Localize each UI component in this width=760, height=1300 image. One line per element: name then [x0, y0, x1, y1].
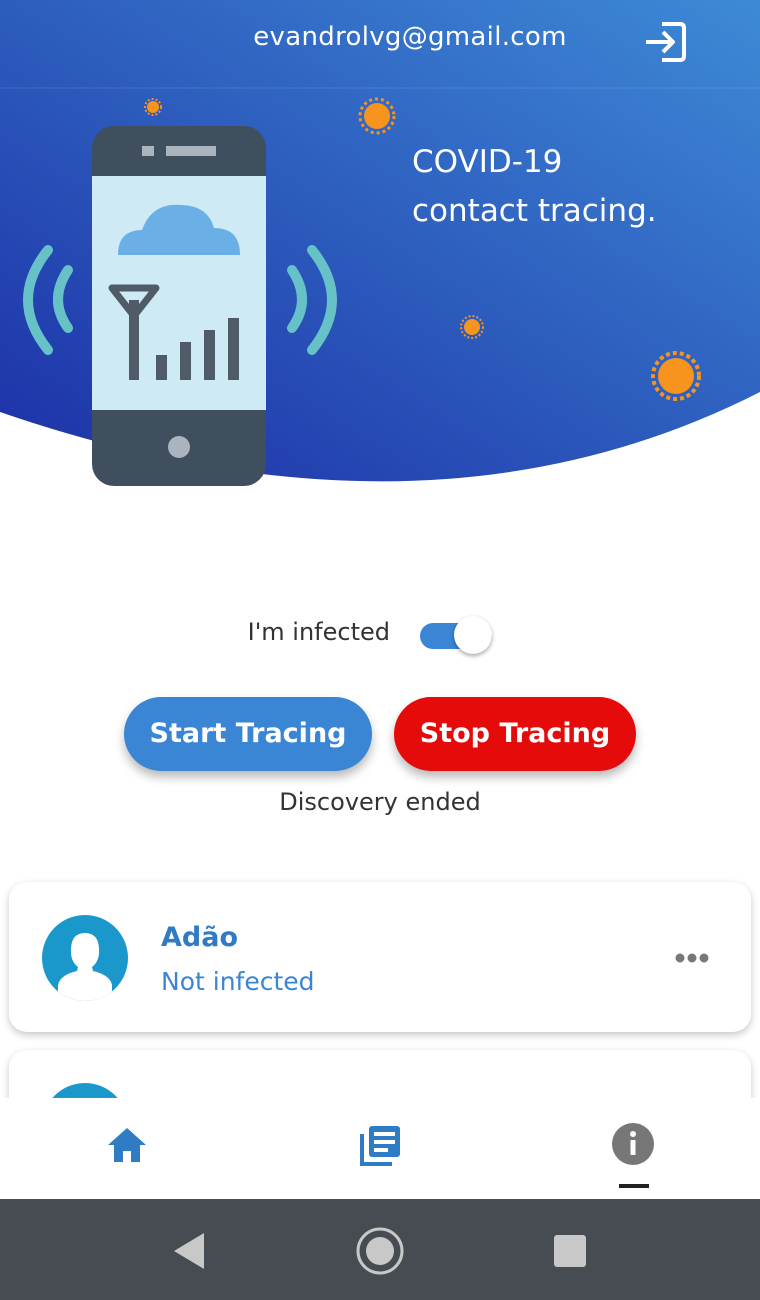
recent-apps-icon[interactable] — [542, 1223, 598, 1279]
discovery-status: Discovery ended — [279, 788, 481, 816]
start-tracing-button[interactable]: Start Tracing — [124, 697, 372, 771]
bottom-navigation — [0, 1098, 760, 1199]
virus-icon — [358, 97, 396, 135]
home-circle-icon[interactable] — [352, 1223, 408, 1279]
back-icon[interactable] — [160, 1223, 216, 1279]
system-navigation-bar — [0, 1199, 760, 1300]
virus-icon — [651, 351, 701, 401]
person-icon — [58, 933, 112, 1001]
nav-list[interactable] — [320, 1098, 440, 1199]
avatar — [42, 915, 128, 1001]
list-icon — [360, 1126, 400, 1166]
infected-switch[interactable] — [418, 614, 496, 654]
stop-tracing-button[interactable]: Stop Tracing — [394, 697, 636, 771]
infected-toggle-label: I'm infected — [247, 618, 390, 646]
nav-home[interactable] — [67, 1098, 187, 1199]
active-tab-indicator — [619, 1184, 649, 1188]
more-options-icon[interactable] — [665, 940, 719, 976]
nav-info[interactable] — [573, 1098, 693, 1199]
infected-toggle-row: I'm infected — [0, 608, 760, 658]
hero-banner: evandrolvg@gmail.com COVID-19 contact tr… — [0, 0, 760, 500]
info-icon — [612, 1123, 654, 1165]
contact-name: Adão — [161, 922, 238, 953]
switch-thumb — [454, 616, 492, 654]
contact-infection-status: Not infected — [161, 967, 315, 996]
home-icon — [108, 1128, 146, 1162]
virus-icon — [460, 315, 484, 339]
phone-illustration — [23, 126, 337, 486]
contact-card[interactable]: Adão Not infected — [9, 882, 751, 1032]
